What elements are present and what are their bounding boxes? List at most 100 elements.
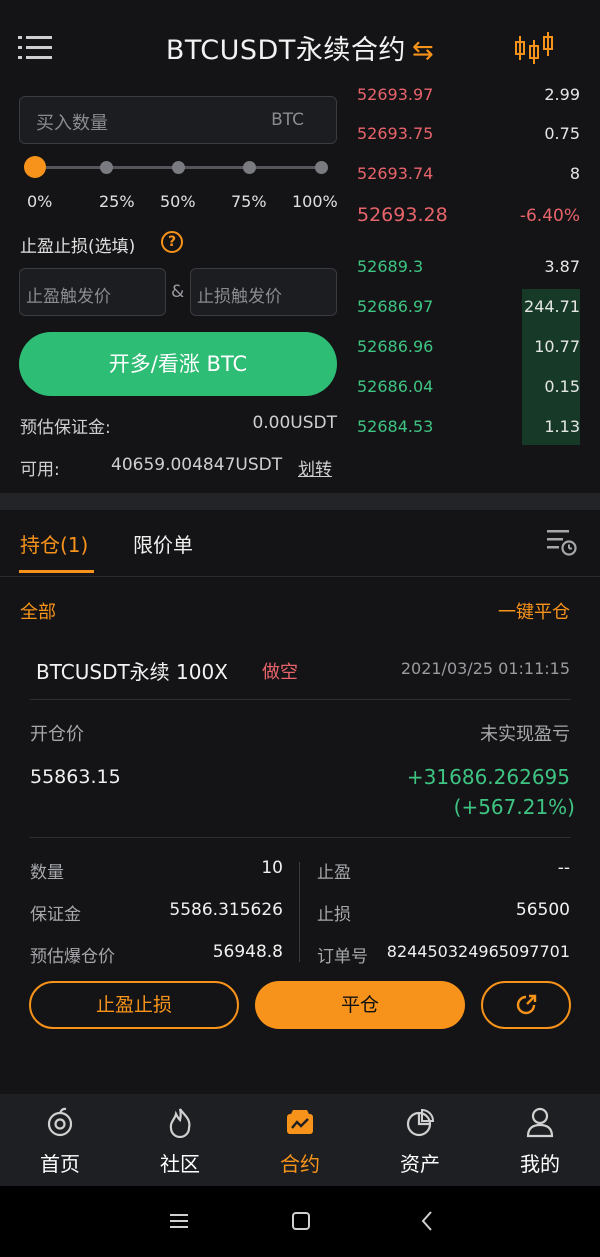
slider-knob[interactable] bbox=[24, 156, 46, 178]
tpsl-button[interactable]: 止盈止损 bbox=[29, 981, 239, 1029]
kline-chart-icon[interactable] bbox=[514, 30, 554, 66]
column-divider bbox=[299, 862, 300, 962]
section-divider bbox=[0, 493, 600, 510]
ampersand: & bbox=[171, 282, 185, 302]
slider-mark-25[interactable] bbox=[100, 161, 113, 174]
tab-positions[interactable]: 持仓(1) bbox=[20, 529, 88, 558]
recent-apps-icon[interactable] bbox=[170, 1214, 188, 1228]
slider-mark-100[interactable] bbox=[315, 161, 328, 174]
bid-qty: 10.77 bbox=[534, 337, 580, 356]
bottom-nav: 首页 社区 合约 资产 我的 bbox=[0, 1094, 600, 1186]
order-history-icon[interactable] bbox=[547, 528, 577, 556]
tab-limit-orders[interactable]: 限价单 bbox=[133, 529, 193, 558]
app-header: BTCUSDT永续合约 ⇆ bbox=[0, 0, 600, 92]
ask-qty: 0.75 bbox=[544, 124, 580, 143]
bid-price[interactable]: 52686.04 bbox=[357, 377, 433, 396]
quantity-input[interactable]: 买入数量 BTC bbox=[19, 96, 337, 144]
bid-price[interactable]: 52686.97 bbox=[357, 297, 433, 316]
sl-trigger-placeholder: 止损触发价 bbox=[197, 287, 282, 307]
bid-qty: 244.71 bbox=[524, 297, 580, 316]
pct-label-75: 75% bbox=[231, 192, 267, 211]
quantity-placeholder: 买入数量 bbox=[36, 113, 108, 134]
contract-icon bbox=[287, 1110, 313, 1134]
close-all-button[interactable]: 一键平仓 bbox=[498, 598, 570, 624]
bid-qty: 1.13 bbox=[544, 417, 580, 436]
tab-active-indicator bbox=[19, 570, 94, 573]
bid-price[interactable]: 52689.3 bbox=[357, 257, 423, 276]
help-icon[interactable]: ? bbox=[161, 231, 183, 253]
margin-label: 预估保证金: bbox=[20, 418, 111, 438]
close-position-button[interactable]: 平仓 bbox=[255, 981, 465, 1029]
nav-label: 资产 bbox=[400, 1152, 440, 1176]
price-change: -6.40% bbox=[519, 206, 580, 226]
ask-price[interactable]: 52693.97 bbox=[357, 85, 433, 104]
home-button-icon[interactable] bbox=[292, 1212, 310, 1230]
slider-mark-75[interactable] bbox=[243, 161, 256, 174]
margin-value: 0.00USDT bbox=[252, 413, 337, 433]
nav-community[interactable]: 社区 bbox=[120, 1094, 240, 1186]
contract-name[interactable]: BTCUSDT永续合约 bbox=[166, 35, 406, 66]
slider-mark-50[interactable] bbox=[172, 161, 185, 174]
sl-label: 止损 bbox=[317, 905, 351, 925]
margin-label: 保证金 bbox=[30, 905, 81, 925]
entry-price-label: 开仓价 bbox=[30, 724, 84, 745]
pie-chart-icon bbox=[406, 1108, 435, 1137]
position-name: BTCUSDT永续 100X bbox=[36, 660, 228, 684]
bid-qty: 3.87 bbox=[544, 257, 580, 276]
card-divider bbox=[30, 699, 571, 700]
page-title[interactable]: BTCUSDT永续合约 ⇆ bbox=[0, 28, 600, 67]
qty-label: 数量 bbox=[30, 863, 64, 883]
available-value: 40659.004847USDT bbox=[111, 455, 283, 475]
pct-label-100: 100% bbox=[292, 192, 338, 211]
flame-icon bbox=[169, 1108, 191, 1138]
ask-price[interactable]: 52693.74 bbox=[357, 164, 433, 183]
nav-home[interactable]: 首页 bbox=[0, 1094, 120, 1186]
last-price[interactable]: 52693.28 bbox=[357, 204, 448, 226]
home-icon bbox=[47, 1107, 73, 1137]
transfer-link[interactable]: 划转 bbox=[298, 455, 332, 480]
share-button[interactable] bbox=[481, 981, 571, 1029]
liq-price-value: 56948.8 bbox=[212, 942, 283, 962]
pct-label-50: 50% bbox=[160, 192, 196, 211]
nav-label: 社区 bbox=[160, 1152, 200, 1176]
back-icon[interactable] bbox=[421, 1211, 433, 1231]
system-nav-bar bbox=[0, 1186, 600, 1257]
open-long-button[interactable]: 开多/看涨 BTC bbox=[19, 332, 337, 396]
nav-me[interactable]: 我的 bbox=[480, 1094, 600, 1186]
tp-trigger-placeholder: 止盈触发价 bbox=[26, 287, 111, 307]
pnl-percent: (+567.21%) bbox=[453, 795, 575, 819]
bid-price[interactable]: 52686.96 bbox=[357, 337, 433, 356]
sl-trigger-input[interactable]: 止损触发价 bbox=[190, 268, 337, 316]
nav-label: 我的 bbox=[520, 1152, 560, 1176]
nav-contract[interactable]: 合约 bbox=[240, 1094, 360, 1186]
quantity-unit: BTC bbox=[271, 110, 304, 130]
ask-qty: 8 bbox=[569, 164, 580, 183]
bid-price[interactable]: 52684.53 bbox=[357, 417, 433, 436]
tp-trigger-input[interactable]: 止盈触发价 bbox=[19, 268, 166, 316]
card-divider bbox=[30, 837, 571, 838]
swap-icon[interactable]: ⇆ bbox=[412, 36, 434, 66]
order-id-label: 订单号 bbox=[317, 947, 368, 967]
bid-qty: 0.15 bbox=[544, 377, 580, 396]
nav-label: 合约 bbox=[280, 1152, 320, 1176]
pnl-label: 未实现盈亏 bbox=[480, 724, 570, 745]
tp-value: -- bbox=[557, 858, 570, 878]
tab-separator bbox=[0, 576, 600, 577]
pct-label-25: 25% bbox=[99, 192, 135, 211]
liq-price-label: 预估爆仓价 bbox=[30, 947, 115, 967]
share-icon bbox=[516, 994, 537, 1015]
tp-label: 止盈 bbox=[317, 863, 351, 883]
ask-price[interactable]: 52693.75 bbox=[357, 124, 433, 143]
ask-qty: 2.99 bbox=[544, 85, 580, 104]
pnl-value: +31686.262695 bbox=[406, 765, 570, 789]
entry-price-value: 55863.15 bbox=[30, 766, 121, 788]
available-label: 可用: bbox=[20, 460, 60, 480]
filter-all[interactable]: 全部 bbox=[20, 598, 56, 624]
position-side-badge: 做空 bbox=[262, 662, 298, 683]
position-time: 2021/03/25 01:11:15 bbox=[400, 659, 570, 678]
qty-value: 10 bbox=[261, 858, 283, 878]
pct-label-0: 0% bbox=[27, 192, 53, 211]
margin-value: 5586.315626 bbox=[169, 900, 283, 920]
order-id-value: 824450324965097701 bbox=[386, 942, 570, 961]
nav-assets[interactable]: 资产 bbox=[360, 1094, 480, 1186]
